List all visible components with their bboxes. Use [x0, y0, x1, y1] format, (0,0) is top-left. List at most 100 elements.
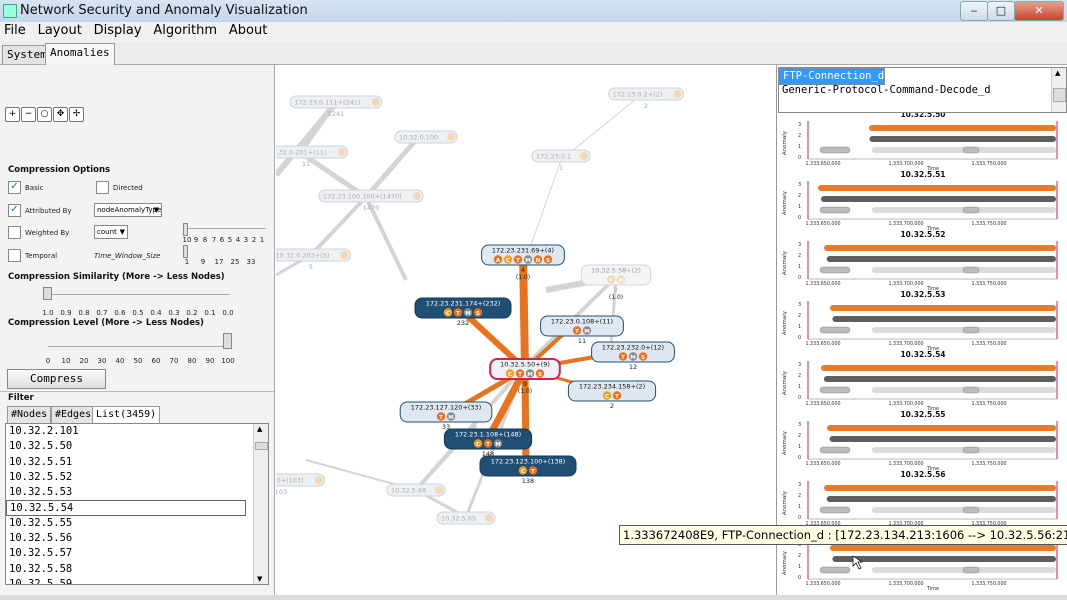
center-node[interactable]: 10.32.5.50+(9) C T M S 9(1.0): [489, 358, 561, 395]
tab-anomalies[interactable]: Anomalies: [45, 43, 115, 65]
close-button[interactable]: ✕: [1014, 1, 1064, 21]
menu-algorithm[interactable]: Algorithm: [149, 22, 221, 39]
tick: 0.4: [150, 309, 162, 317]
host-timeline[interactable]: 10.32.5.55 Anomaly 3 2 1 0 1,333,650,000 1,333,…: [782, 410, 1058, 472]
timeline-stack: 10.32.5.50 Anomaly 3 2 1 0 1,333,650,000 1,333,…: [778, 113, 1065, 593]
host-node[interactable]: 172.23.232.0+(12) T M S 12: [591, 341, 675, 371]
anomaly-bar: [826, 256, 1056, 262]
tick: 8: [202, 236, 208, 244]
host-timeline[interactable]: 10.32.5.53 Anomaly 3 2 1 0 1,333,650,000 1,333,…: [782, 290, 1058, 352]
list-item-selected[interactable]: 10.32.5.54: [6, 500, 246, 516]
tick: 0.1: [204, 309, 216, 317]
timeline-y-tick: 1: [798, 504, 801, 510]
menu-display[interactable]: Display: [90, 22, 146, 39]
faded-node[interactable]: 10.32.5.68: [386, 483, 446, 497]
host-timeline[interactable]: 10.32.5.54 Anomaly 3 2 1 0 1,333,650,000 1,333,…: [782, 350, 1058, 412]
similarity-heading: Compression Similarity (More -> Less Nod…: [8, 272, 225, 282]
scroll-thumb[interactable]: [255, 442, 268, 450]
list-item[interactable]: 10.32.5.58: [6, 562, 268, 577]
similarity-slider-thumb[interactable]: [43, 287, 52, 300]
node-count: 4: [521, 266, 525, 274]
host-node[interactable]: 172.23.231.174+(232) C T M S 232: [414, 297, 512, 327]
maximize-button[interactable]: □: [987, 1, 1015, 21]
compress-button[interactable]: Compress: [7, 369, 106, 389]
list-scrollbar[interactable]: ▲ ▼: [253, 424, 268, 584]
scroll-up-icon[interactable]: ▲: [257, 425, 262, 433]
list-item[interactable]: 10.32.5.59: [6, 577, 268, 584]
tab-edges[interactable]: #Edges: [51, 406, 96, 423]
faded-node-label: 10.32.0.201+(11): [276, 149, 326, 157]
weighted-by-label: Weighted By: [25, 229, 70, 237]
weight-select[interactable]: count ▼: [94, 225, 128, 239]
zoom-out-icon[interactable]: −: [21, 107, 36, 122]
node-ratio: (1.0): [516, 274, 530, 281]
temporal-checkbox[interactable]: [8, 249, 21, 262]
zoom-in-icon[interactable]: +: [5, 107, 20, 122]
host-timeline[interactable]: 10.32.5.50 Anomaly 3 2 1 0 1,333,650,000 1,333,…: [782, 113, 1058, 172]
menu-file[interactable]: File: [0, 22, 30, 39]
faded-node[interactable]: 172.23.0.1 1: [531, 149, 591, 172]
list-item[interactable]: 10.32.5.50: [6, 439, 268, 454]
fit-to-view-icon[interactable]: ✥: [53, 107, 68, 122]
host-timeline[interactable]: 10.32.5.51 Anomaly 3 2 1 0 1,333,650,000 1,333,…: [782, 170, 1058, 232]
anomaly-nodes[interactable]: 172.23.231.69+(4)A C T M N S4(1.0) 172.23.231.…: [399, 244, 675, 485]
host-node[interactable]: 172.23.1.108+(148)C T M148: [443, 428, 533, 458]
list-item[interactable]: 10.32.5.51: [6, 455, 268, 470]
list-item[interactable]: 10.32.5.52: [6, 470, 268, 485]
list-item[interactable]: 10.32.5.57: [6, 546, 268, 561]
faded-node[interactable]: 10.32.2.100+(103) 103: [236, 473, 326, 496]
minimize-button[interactable]: ‒: [960, 1, 988, 21]
node-count: 12: [629, 363, 637, 371]
scroll-thumb[interactable]: [1053, 88, 1066, 102]
host-timeline[interactable]: 10.32.5.56Anomaly32101,333,650,0001,333,…: [782, 470, 1058, 532]
menu-layout[interactable]: Layout: [34, 22, 86, 39]
level-slider-thumb[interactable]: [223, 333, 232, 349]
host-timeline[interactable]: 10.32.5.52 Anomaly 3 2 1 0 1,333,650,000 1,333,…: [782, 230, 1058, 292]
anomaly-type-item[interactable]: Generic-Protocol-Command-Decode_d: [779, 83, 1066, 98]
basic-checkbox[interactable]: ✓: [8, 181, 21, 194]
badge-letter: A: [496, 258, 501, 264]
faded-node[interactable]: 172.23.100.100+(1470) 1470: [318, 189, 424, 212]
host-node[interactable]: 172.23.234.158+(2) C T2: [567, 380, 657, 410]
faded-node[interactable]: 172.23.0.2+(2) 2: [608, 87, 684, 110]
zoom-reset-icon[interactable]: ○: [37, 107, 52, 122]
faded-node[interactable]: 10.32.0.100: [394, 130, 458, 144]
timeline-y-tick: 2: [798, 493, 801, 499]
graph-canvas[interactable]: 172.23.0.111+(241) 1241 172.23.0.2+(2) 2 10.…: [236, 65, 776, 595]
weighted-by-checkbox[interactable]: [8, 226, 21, 239]
anomaly-type-item-selected[interactable]: FTP-Connection_d: [779, 68, 886, 85]
tab-nodes[interactable]: #Nodes: [7, 406, 52, 423]
type-list-scrollbar[interactable]: ▲: [1051, 68, 1066, 112]
timeline-y-tick: 1: [798, 564, 801, 570]
host-node[interactable]: 172.23.231.69+(4) A C T M N S 4(1.0): [481, 244, 565, 281]
pan-icon[interactable]: ✢: [69, 107, 84, 122]
host-node[interactable]: 172.23.127.120+(33)T M33: [399, 401, 493, 431]
host-node[interactable]: 10.32.5.58+(2) T M2(1.0): [580, 264, 652, 301]
weight-slider-thumb[interactable]: [183, 223, 188, 236]
host-node[interactable]: 172.23.123.100+(138) C T 138: [479, 455, 577, 485]
scroll-up-icon[interactable]: ▲: [1055, 69, 1060, 77]
list-item[interactable]: 10.32.5.55: [6, 516, 268, 531]
timeline-title: 10.32.5.54: [900, 350, 945, 359]
timeline-x-tick: 1,333,650,000: [805, 581, 840, 587]
tick: 25: [230, 258, 240, 266]
faded-node-count: 2: [644, 102, 648, 110]
list-item[interactable]: 10.32.5.56: [6, 531, 268, 546]
list-item[interactable]: 10.32.5.53: [6, 485, 268, 500]
time-slider-thumb[interactable]: [183, 245, 188, 258]
attributed-by-checkbox[interactable]: ✓: [8, 204, 21, 217]
directed-checkbox[interactable]: [96, 181, 109, 194]
badge-letter: M: [495, 442, 500, 448]
timeline-x-tick: 1,333,650,000: [805, 341, 840, 347]
host-timeline[interactable]: Anomaly32101,333,650,000 1,333,700,000 1,3…: [782, 541, 1058, 592]
tab-list[interactable]: List(3459): [92, 406, 161, 424]
list-item[interactable]: 10.32.2.101: [6, 424, 268, 439]
faded-node[interactable]: 10.32.5.65: [436, 511, 496, 525]
attribute-select[interactable]: nodeAnomalyType ▼: [94, 203, 162, 217]
faded-node[interactable]: 172.23.0.111+(241) 1241: [289, 95, 383, 118]
menu-about[interactable]: About: [225, 22, 271, 39]
timeline-y-tick: 2: [798, 553, 801, 559]
faded-node-label: 10.32.0.100: [399, 134, 438, 142]
scroll-down-icon[interactable]: ▼: [257, 575, 262, 583]
anomaly-bar: [818, 185, 1056, 191]
